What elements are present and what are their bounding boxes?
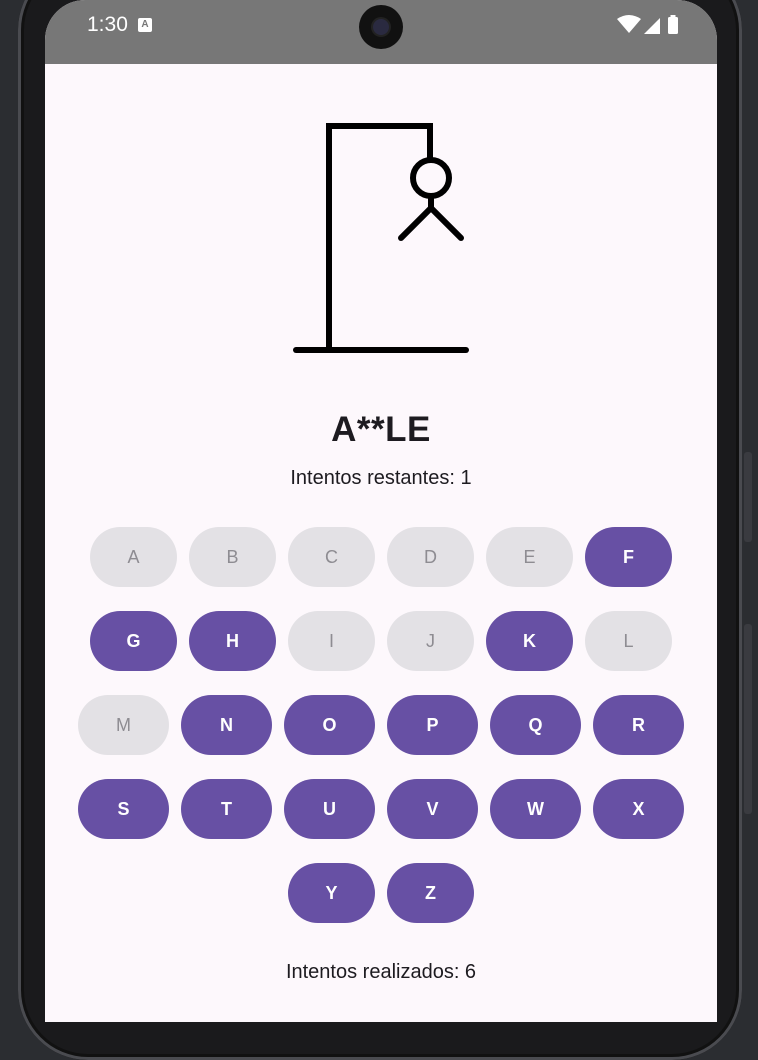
status-time: 1:30 [87,13,128,36]
letter-key-x[interactable]: X [593,779,684,839]
letter-key-m: M [78,695,169,755]
letter-key-t[interactable]: T [181,779,272,839]
wifi-icon [617,15,641,33]
hangman-head [410,157,452,199]
keyboard-row: ABCDEF [45,527,717,587]
letter-key-i: I [288,611,375,671]
letter-key-q[interactable]: Q [490,695,581,755]
letter-key-h[interactable]: H [189,611,276,671]
letter-key-z[interactable]: Z [387,863,474,923]
status-icons [617,15,678,34]
letter-key-p[interactable]: P [387,695,478,755]
camera-lens [373,19,389,35]
volume-button [744,452,752,542]
hangman-left-arm [398,205,434,241]
battery-icon [668,17,678,34]
letter-key-b: B [189,527,276,587]
signal-icon [644,18,660,34]
letter-key-y[interactable]: Y [288,863,375,923]
hidden-word: A**LE [331,410,431,449]
letter-key-w[interactable]: W [490,779,581,839]
game-content: A**LE Intentos restantes: 1 ABCDEF GHIJKL… [45,64,717,1022]
letter-key-v[interactable]: V [387,779,478,839]
letter-key-c: C [288,527,375,587]
hangman-drawing [293,123,469,353]
attempts-made: Intentos realizados: 6 [285,961,477,983]
letter-key-l: L [585,611,672,671]
letter-key-u[interactable]: U [284,779,375,839]
letter-key-k[interactable]: K [486,611,573,671]
keyboard-row: YZ [45,863,717,923]
letter-key-s[interactable]: S [78,779,169,839]
phone-screen: 1:30 A A**LE Intentos restantes: 1 ABCDE… [45,0,717,1022]
letter-key-o[interactable]: O [284,695,375,755]
camera-icon [359,5,403,49]
letter-key-a: A [90,527,177,587]
keyboard-row: STUVWX [45,779,717,839]
keyboard-row: GHIJKL [45,611,717,671]
letter-key-r[interactable]: R [593,695,684,755]
hangman-right-arm [428,205,464,241]
remaining-attempts: Intentos restantes: 1 [290,467,472,489]
letter-key-e: E [486,527,573,587]
letter-key-n[interactable]: N [181,695,272,755]
keyboard-row: MNOPQR [45,695,717,755]
power-button [744,624,752,814]
status-bar: 1:30 A [45,0,717,64]
letter-keyboard: ABCDEF GHIJKL MNOPQR STUVWX YZ [45,527,717,947]
letter-key-d: D [387,527,474,587]
letter-key-j: J [387,611,474,671]
letter-key-g[interactable]: G [90,611,177,671]
a-icon: A [138,18,152,32]
letter-key-f[interactable]: F [585,527,672,587]
